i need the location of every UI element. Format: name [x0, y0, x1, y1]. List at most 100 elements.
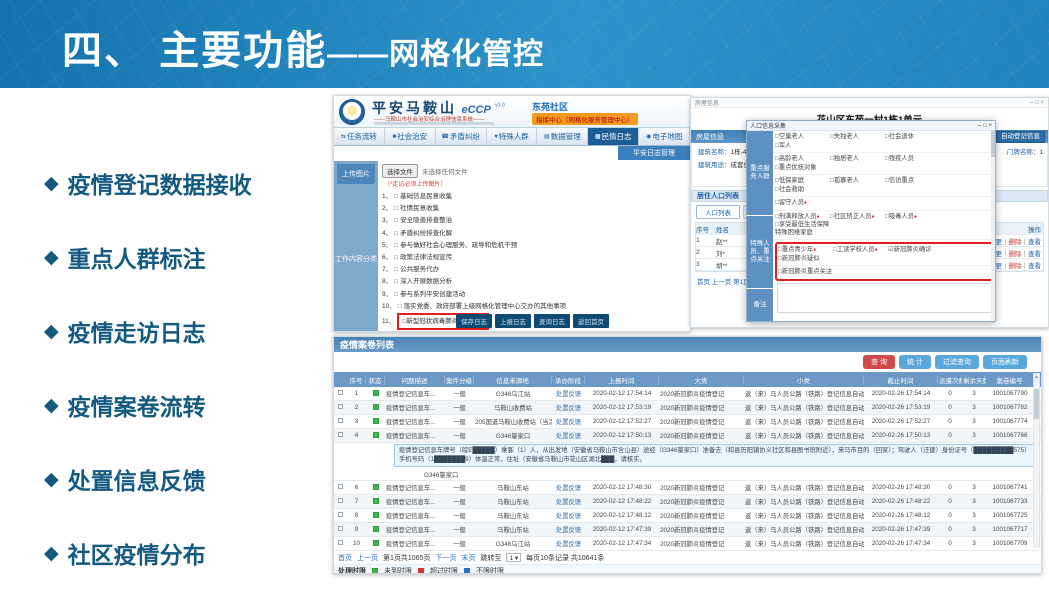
remark-textarea[interactable]	[777, 283, 992, 313]
checkbox-option[interactable]: □信访重点	[885, 177, 940, 186]
case-row[interactable]: 8 疫情登记信息车... 一般 马鞍山东站 处置反馈 2020-02-12 17…	[334, 509, 1041, 523]
case-row[interactable]: 6 疫情登记信息车... 一般 马鞍山东站 处置反馈 2020-02-12 17…	[334, 481, 1041, 495]
checkbox-icon[interactable]: □	[394, 252, 398, 264]
checkbox-option[interactable]: □重点优抚对象	[775, 164, 830, 173]
row-checkbox[interactable]	[338, 404, 343, 409]
prev-page-link[interactable]: 上一页	[357, 553, 378, 563]
row-checkbox[interactable]	[338, 526, 343, 531]
checklist-item[interactable]: 8、 □ 深入开展数据分析	[382, 276, 686, 288]
checkbox-icon[interactable]: □	[394, 203, 398, 215]
case-row[interactable]: 2 疫情登记信息车... 一般 马鞍山收费站 处置反馈 2020-02-12 1…	[334, 401, 1041, 415]
checkbox-option[interactable]: □空巢老人	[775, 133, 830, 142]
checklist-item[interactable]: 9、 □ 参与系列平安创建活动	[382, 289, 686, 301]
case-row[interactable]: 10 疫情登记信息车... 一般 G346乌江站 处置反馈 2020-02-12…	[334, 537, 1041, 551]
scrollbar-thumb[interactable]	[1034, 389, 1039, 419]
stat-button[interactable]: 统 计	[899, 355, 931, 369]
subnav-item[interactable]: 民情日志管理	[546, 146, 618, 160]
nav-item[interactable]: ■ 社会治安	[385, 128, 436, 145]
checkbox-option[interactable]: □独居老人	[830, 155, 885, 164]
checkbox-option[interactable]: □重点青少年●	[778, 246, 833, 255]
checkbox-option[interactable]: □社会救助	[775, 186, 830, 195]
delete-link[interactable]: 删除	[1009, 239, 1022, 246]
auto-register-button[interactable]: 自动登记信息	[996, 131, 1045, 143]
case-row-partial[interactable]: G346篁家口	[334, 468, 1041, 481]
case-row[interactable]: 9 疫情登记信息车... 一般 马鞍山东站 处置反馈 2020-02-12 17…	[334, 523, 1041, 537]
checkbox-icon[interactable]: □	[394, 240, 398, 252]
checkbox-icon[interactable]: □	[394, 289, 398, 301]
checkbox-icon[interactable]: □	[398, 301, 402, 313]
view-link[interactable]: 查看	[1028, 239, 1041, 246]
checklist-item[interactable]: 4、 □ 矛盾纠纷排查化解	[382, 228, 686, 240]
row-checkbox[interactable]	[338, 418, 343, 423]
checkbox-option[interactable]: □享受最低生活保障特殊困难家庭	[775, 221, 830, 237]
checkbox-option[interactable]: □失独老人	[830, 133, 885, 142]
filter-query-button[interactable]: 过滤查询	[935, 355, 979, 369]
checkbox-option[interactable]: □低保家庭	[775, 177, 830, 186]
checkbox-option[interactable]: □残疾人员	[885, 155, 940, 164]
nav-item[interactable]: ⇆ 任务流转	[334, 128, 385, 145]
checklist-item[interactable]: 1、 □ 基础信息民意收集	[382, 191, 686, 203]
checkbox-icon[interactable]: □	[394, 191, 398, 203]
nav-item[interactable]: ♥ 特殊人群	[487, 128, 538, 145]
checklist-item[interactable]: 6、 □ 政策法律法规宣传	[382, 252, 686, 264]
popup-controls-icons[interactable]: ─ □ ×	[977, 123, 992, 129]
checkbox-icon[interactable]: □	[394, 276, 398, 288]
checkbox-icon[interactable]: □	[394, 215, 398, 227]
popup-scrollbar[interactable]	[991, 131, 995, 321]
case-row[interactable]: 3 疫情登记信息车... 一般 205国道马鞍山收费站（当涂段） 处置反馈 20…	[334, 415, 1041, 429]
checklist-item[interactable]: 5、 □ 参与做好社会心理服务、疏导和危机干预	[382, 240, 686, 252]
row-checkbox[interactable]	[338, 512, 343, 517]
view-link[interactable]: 查看	[1028, 263, 1041, 270]
first-page-link[interactable]: 首页	[338, 553, 352, 563]
checkbox-option[interactable]: □工读学校人员●	[833, 246, 888, 255]
checkbox-option[interactable]: □军人	[775, 142, 830, 151]
subnav-item[interactable]: 平安日志管理	[618, 146, 690, 160]
nav-item[interactable]: ☎ 矛盾纠纷	[436, 128, 487, 145]
case-row[interactable]: 4 疫情登记信息车... 一般 G346篁家口 处置反馈 2020-02-12 …	[334, 429, 1041, 443]
checklist-item[interactable]: 3、 □ 安全隐患排查整治	[382, 215, 686, 227]
checkbox-option[interactable]: □社区矫正人员●	[830, 213, 885, 222]
checkbox-option[interactable]: □吸毒人员●	[885, 213, 940, 222]
nav-item[interactable]: ▤ 数据管理	[537, 128, 588, 145]
footer-action-button[interactable]: 保存日志	[456, 314, 492, 328]
tab-population-list[interactable]: 人口列表	[696, 205, 740, 219]
row-checkbox[interactable]	[338, 540, 343, 545]
checkbox-option[interactable]: □高龄老人	[775, 155, 830, 164]
checklist-item[interactable]: 2、 □ 社情民意收集	[382, 203, 686, 215]
scrollbar-thumb[interactable]	[991, 131, 995, 157]
delete-link[interactable]: 删除	[1009, 251, 1022, 258]
footer-action-button[interactable]: 上报日志	[495, 314, 531, 328]
footer-action-button[interactable]: 查询日志	[534, 314, 570, 328]
view-link[interactable]: 查看	[1028, 251, 1041, 258]
scroll-up-icon[interactable]: ▲	[1034, 374, 1039, 381]
checkbox-option[interactable]: ☑新冠肺炎确诊	[888, 246, 943, 255]
query-button[interactable]: 查 询	[863, 355, 895, 369]
checkbox-option[interactable]: □刑满释放人员●	[775, 213, 830, 222]
checklist-item[interactable]: 10、 □ 落实党委、政府部署上级网格化管理中心交办的其他事项	[382, 301, 686, 313]
case-table-scrollbar[interactable]: ▲	[1033, 373, 1040, 547]
row-checkbox[interactable]	[338, 390, 343, 395]
window-controls-icons[interactable]: ─ □ ×	[1029, 100, 1044, 106]
last-page-link[interactable]: 末页	[461, 553, 475, 563]
next-page-link[interactable]: 下一页	[435, 553, 456, 563]
sidebar-upload-image[interactable]: 上传图片	[337, 164, 375, 184]
footer-action-button[interactable]: 返回首页	[573, 314, 609, 328]
case-row[interactable]: 1 疫情登记信息车... 一般 G346乌江站 处置反馈 2020-02-12 …	[334, 387, 1041, 401]
nav-item-minqing-active[interactable]: ▦ 民情日志	[588, 128, 639, 145]
checkbox-option[interactable]: □新冠肺炎重点关注	[778, 268, 898, 277]
row-checkbox[interactable]	[338, 432, 343, 437]
row-checkbox[interactable]	[338, 498, 343, 503]
checkbox-icon[interactable]: □	[394, 228, 398, 240]
checkbox-option[interactable]: □孤寡老人	[830, 177, 885, 186]
delete-link[interactable]: 删除	[1009, 263, 1022, 270]
checkbox-option[interactable]: □社会退休	[885, 133, 940, 142]
checkbox-option[interactable]: □留守人员●	[775, 199, 830, 208]
case-row[interactable]: 7 疫情登记信息车... 一般 马鞍山东站 处置反馈 2020-02-12 17…	[334, 495, 1041, 509]
jump-page-select[interactable]: 1 ▾	[506, 553, 521, 562]
row-checkbox[interactable]	[338, 484, 343, 489]
nav-item-map[interactable]: ◉ 电子地图	[639, 128, 690, 145]
checkbox-option[interactable]: □新冠肺炎疑似	[778, 255, 833, 264]
checkbox-icon[interactable]: □	[394, 264, 398, 276]
page-refresh-button[interactable]: 页面刷新	[983, 355, 1027, 369]
checklist-item[interactable]: 7、 □ 公共服务代办	[382, 264, 686, 276]
